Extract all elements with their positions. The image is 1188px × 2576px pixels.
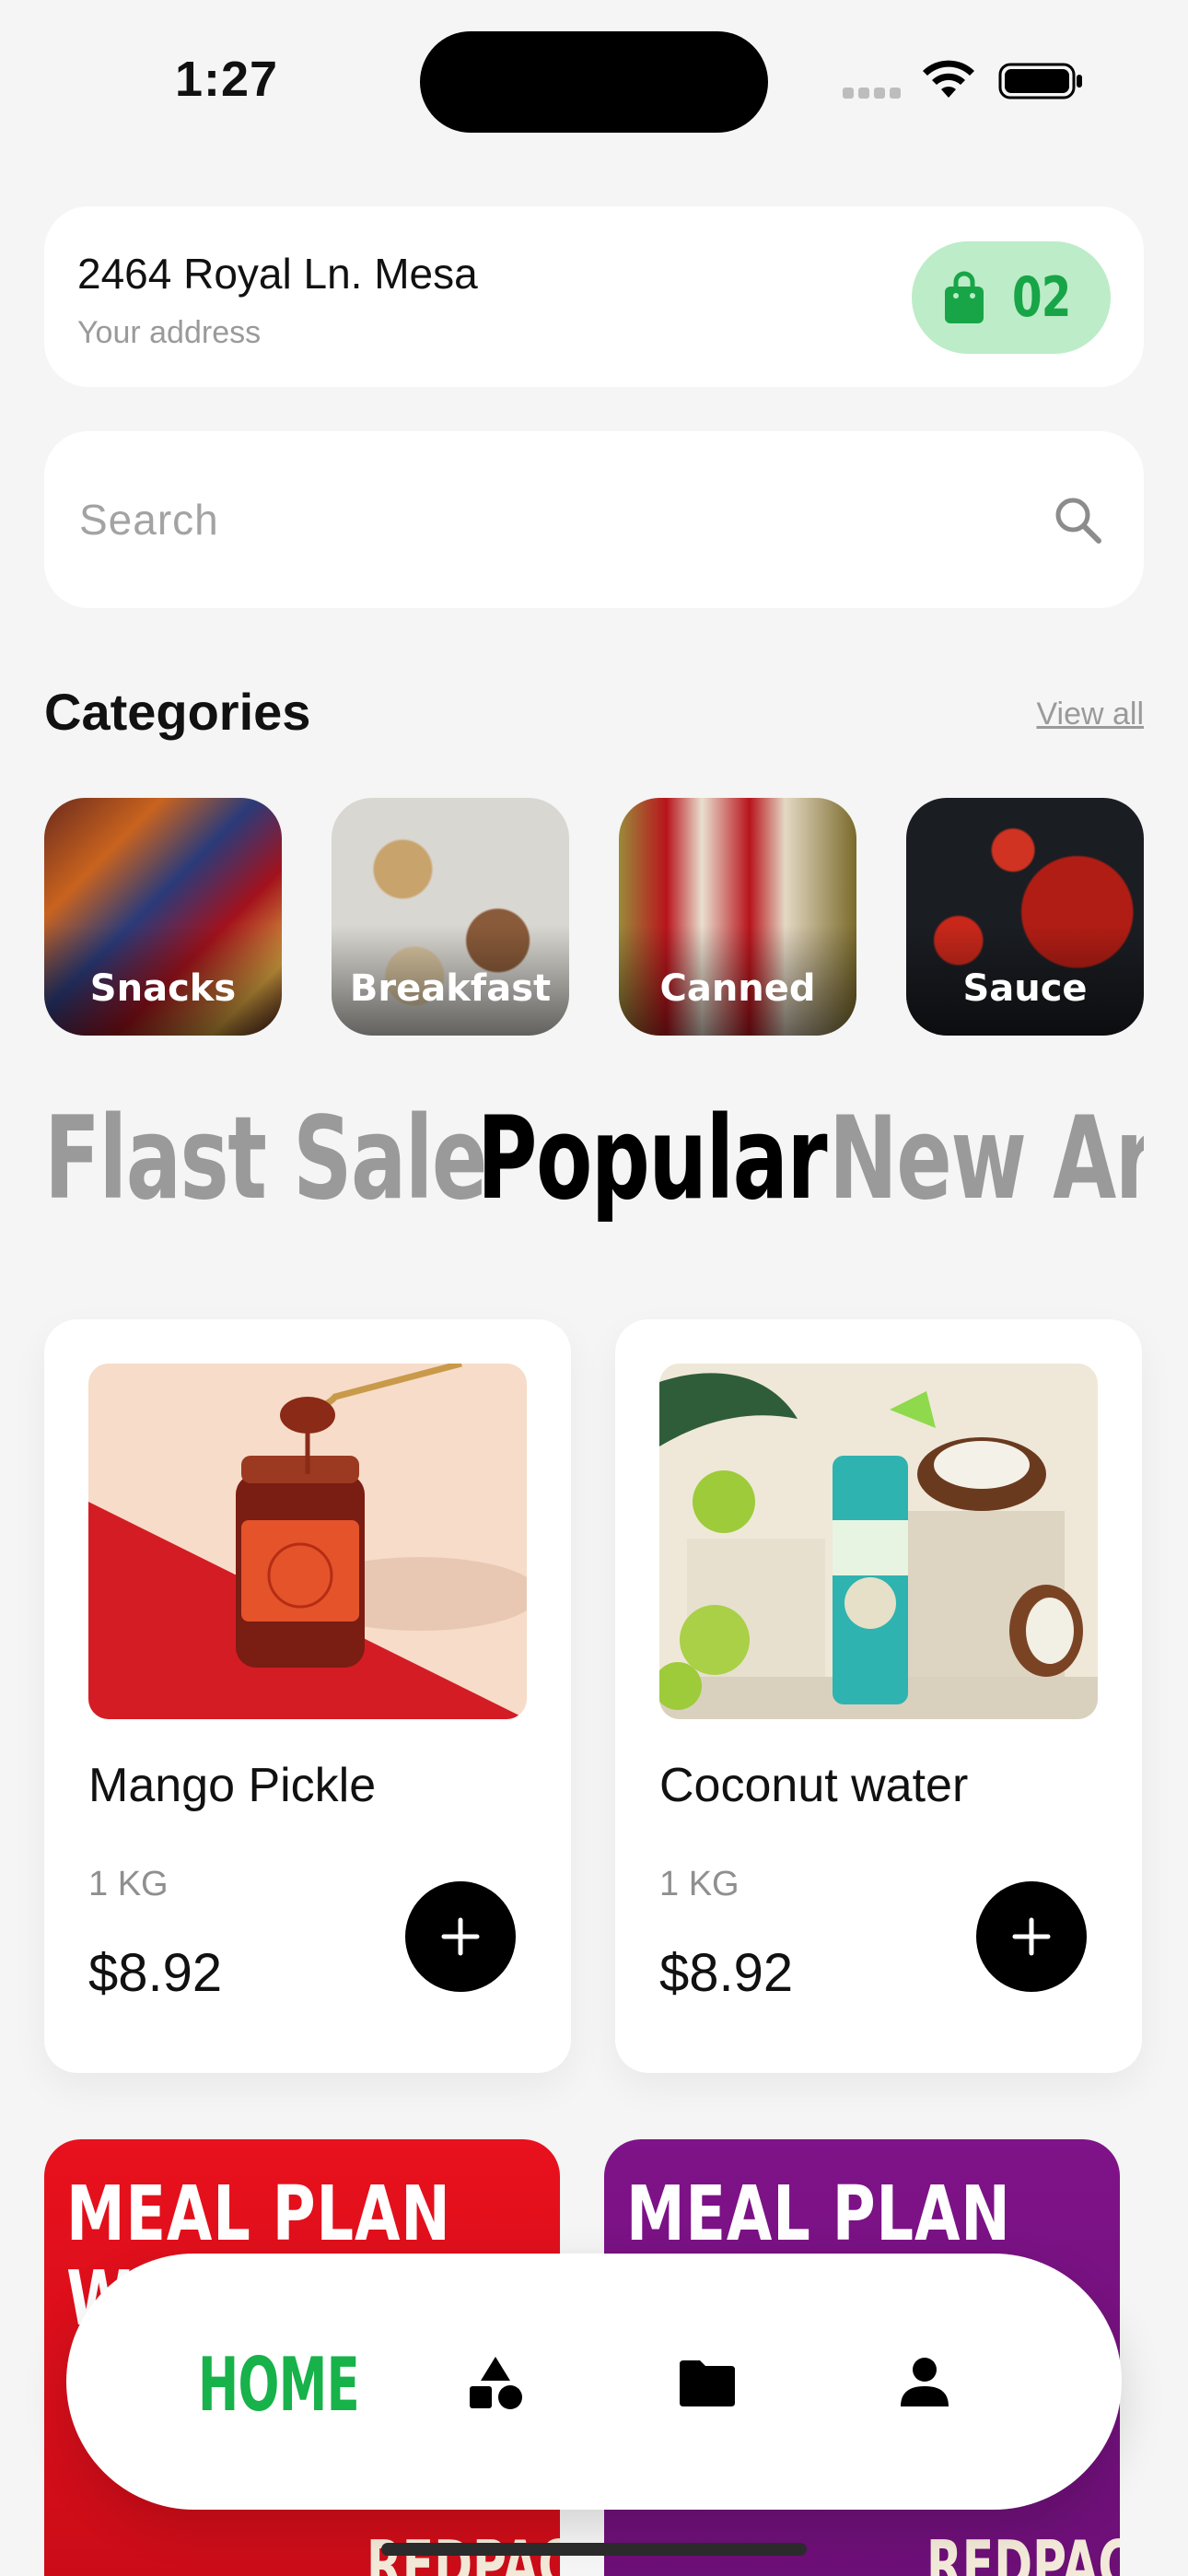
home-indicator <box>381 2543 807 2556</box>
meal-plan-title-line: MEAL PLAN <box>626 2171 1011 2258</box>
category-canned[interactable]: Canned <box>619 798 856 1036</box>
category-label: Sauce <box>962 967 1088 1010</box>
category-label: Breakfast <box>349 967 552 1010</box>
category-label: Canned <box>659 967 816 1010</box>
add-to-cart-button[interactable] <box>405 1881 516 1992</box>
status-bar: 1:27 <box>0 0 1188 138</box>
person-icon[interactable] <box>895 2353 954 2412</box>
meal-plan-product-text: REDPAC <box>926 2526 1120 2576</box>
tab-popular[interactable]: Popular <box>477 1093 827 1222</box>
search-input[interactable] <box>79 486 1000 553</box>
search-box[interactable] <box>44 431 1144 608</box>
product-card[interactable]: Mango Pickle 1 KG $8.92 <box>44 1319 571 2073</box>
view-all-link[interactable]: View all <box>1036 697 1144 732</box>
battery-icon <box>998 63 1082 100</box>
plus-icon <box>1012 1917 1051 1956</box>
category-breakfast[interactable]: Breakfast <box>332 798 569 1036</box>
category-sauce[interactable]: Sauce <box>906 798 1144 1036</box>
address-card[interactable]: 2464 Royal Ln. Mesa Your address 02 <box>44 206 1144 387</box>
coconut-water-image <box>659 1364 1098 1719</box>
product-image <box>88 1364 527 1719</box>
delivery-address: 2464 Royal Ln. Mesa <box>77 250 478 298</box>
meal-plan-title-line: MEAL PLAN <box>66 2171 451 2258</box>
mango-pickle-image <box>88 1364 527 1719</box>
cellular-signal-icon <box>843 87 907 100</box>
nav-home-tab[interactable]: HOME <box>198 2342 360 2428</box>
categories-title: Categories <box>44 683 311 741</box>
product-image <box>659 1364 1098 1719</box>
cart-count: 02 <box>1012 265 1071 330</box>
product-price: $8.92 <box>659 1943 794 2003</box>
tab-flash-sale[interactable]: Flast Sale <box>44 1093 487 1222</box>
product-tabs: Flast Sale Popular New Arrivals <box>44 1093 1144 1222</box>
shopping-bag-icon <box>945 271 984 323</box>
bottom-navigation: HOME <box>66 2254 1122 2510</box>
category-label: Snacks <box>89 967 237 1010</box>
add-to-cart-button[interactable] <box>976 1881 1087 1992</box>
status-time: 1:27 <box>175 52 279 107</box>
wifi-icon <box>923 60 974 98</box>
product-name: Coconut water <box>659 1759 969 1812</box>
address-caption: Your address <box>77 315 262 350</box>
category-snacks[interactable]: Snacks <box>44 798 282 1036</box>
tab-new-arrivals[interactable]: New Arrivals <box>829 1093 1144 1222</box>
search-icon[interactable] <box>1052 494 1103 545</box>
product-weight: 1 KG <box>659 1865 740 1903</box>
shapes-icon[interactable] <box>466 2353 525 2412</box>
cart-button[interactable]: 02 <box>912 241 1111 354</box>
product-weight: 1 KG <box>88 1865 169 1903</box>
folder-icon[interactable] <box>678 2353 737 2412</box>
address-block: 2464 Royal Ln. Mesa Your address <box>77 249 478 351</box>
plus-icon <box>441 1917 480 1956</box>
product-name: Mango Pickle <box>88 1759 377 1812</box>
product-price: $8.92 <box>88 1943 223 2003</box>
product-card[interactable]: Coconut water 1 KG $8.92 <box>615 1319 1142 2073</box>
dynamic-island <box>420 31 768 133</box>
meal-plan-title: MEAL PLAN <box>626 2172 1011 2257</box>
